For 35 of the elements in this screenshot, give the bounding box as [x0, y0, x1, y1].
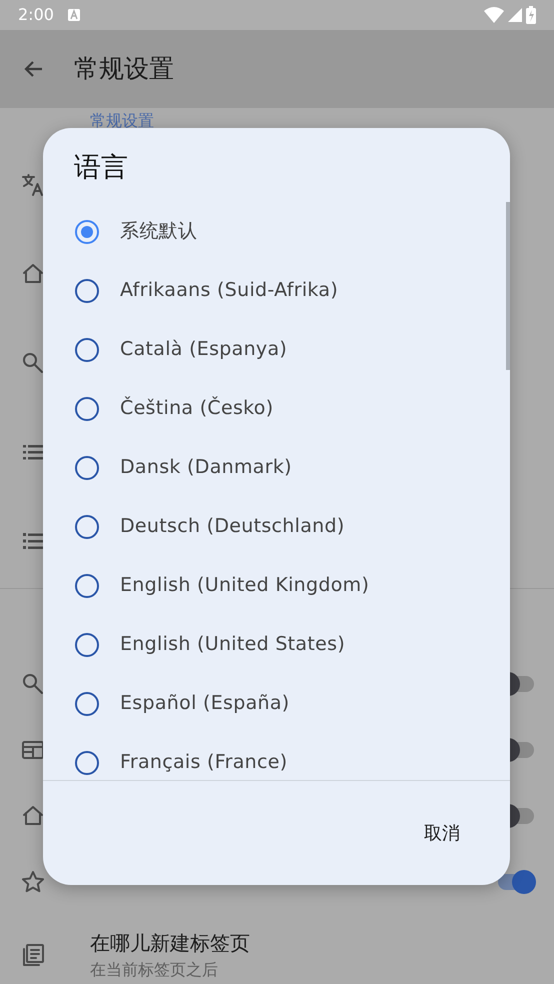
radio-button[interactable] [75, 396, 99, 420]
language-option[interactable]: Dansk (Danmark) [120, 453, 292, 482]
radio-button[interactable] [75, 632, 99, 656]
radio-button[interactable] [75, 574, 99, 598]
clock-time: 2:00 [18, 4, 54, 26]
radio-button[interactable] [75, 278, 99, 302]
language-option[interactable]: Čeština (Česko) [120, 394, 274, 423]
cancel-button[interactable]: 取消 [410, 814, 474, 852]
radio-button[interactable] [75, 456, 99, 480]
signal-icon [508, 8, 522, 22]
radio-button[interactable] [75, 514, 99, 538]
newspaper-icon [20, 942, 46, 968]
star-icon [20, 869, 46, 895]
language-option[interactable]: English (United Kingdom) [120, 571, 370, 600]
radio-button[interactable] [75, 750, 99, 774]
language-option[interactable]: English (United States) [120, 630, 346, 659]
radio-button[interactable] [75, 692, 99, 716]
wifi-icon [484, 7, 504, 23]
battery-icon [526, 6, 536, 24]
section-header: 常规设置 [90, 111, 154, 130]
language-option[interactable]: Español (España) [120, 689, 290, 718]
language-option[interactable]: Deutsch (Deutschland) [120, 512, 345, 541]
radio-button[interactable] [75, 338, 99, 362]
setting-subtitle: 在当前标签页之后 [90, 959, 219, 981]
language-option[interactable]: Afrikaans (Suid-Afrika) [120, 276, 338, 305]
language-option[interactable]: Français (France) [120, 748, 288, 777]
language-option[interactable]: 系统默认 [120, 217, 198, 246]
radio-button[interactable] [75, 220, 99, 244]
translate-icon [20, 172, 46, 198]
language-option[interactable]: Català (Espanya) [120, 335, 288, 364]
notification-icon [68, 9, 80, 21]
dialog-title: 语言 [74, 152, 128, 183]
setting-title: 在哪儿新建标签页 [90, 930, 250, 957]
search-icon [20, 671, 46, 697]
screen-title: 常规设置 [74, 53, 174, 86]
